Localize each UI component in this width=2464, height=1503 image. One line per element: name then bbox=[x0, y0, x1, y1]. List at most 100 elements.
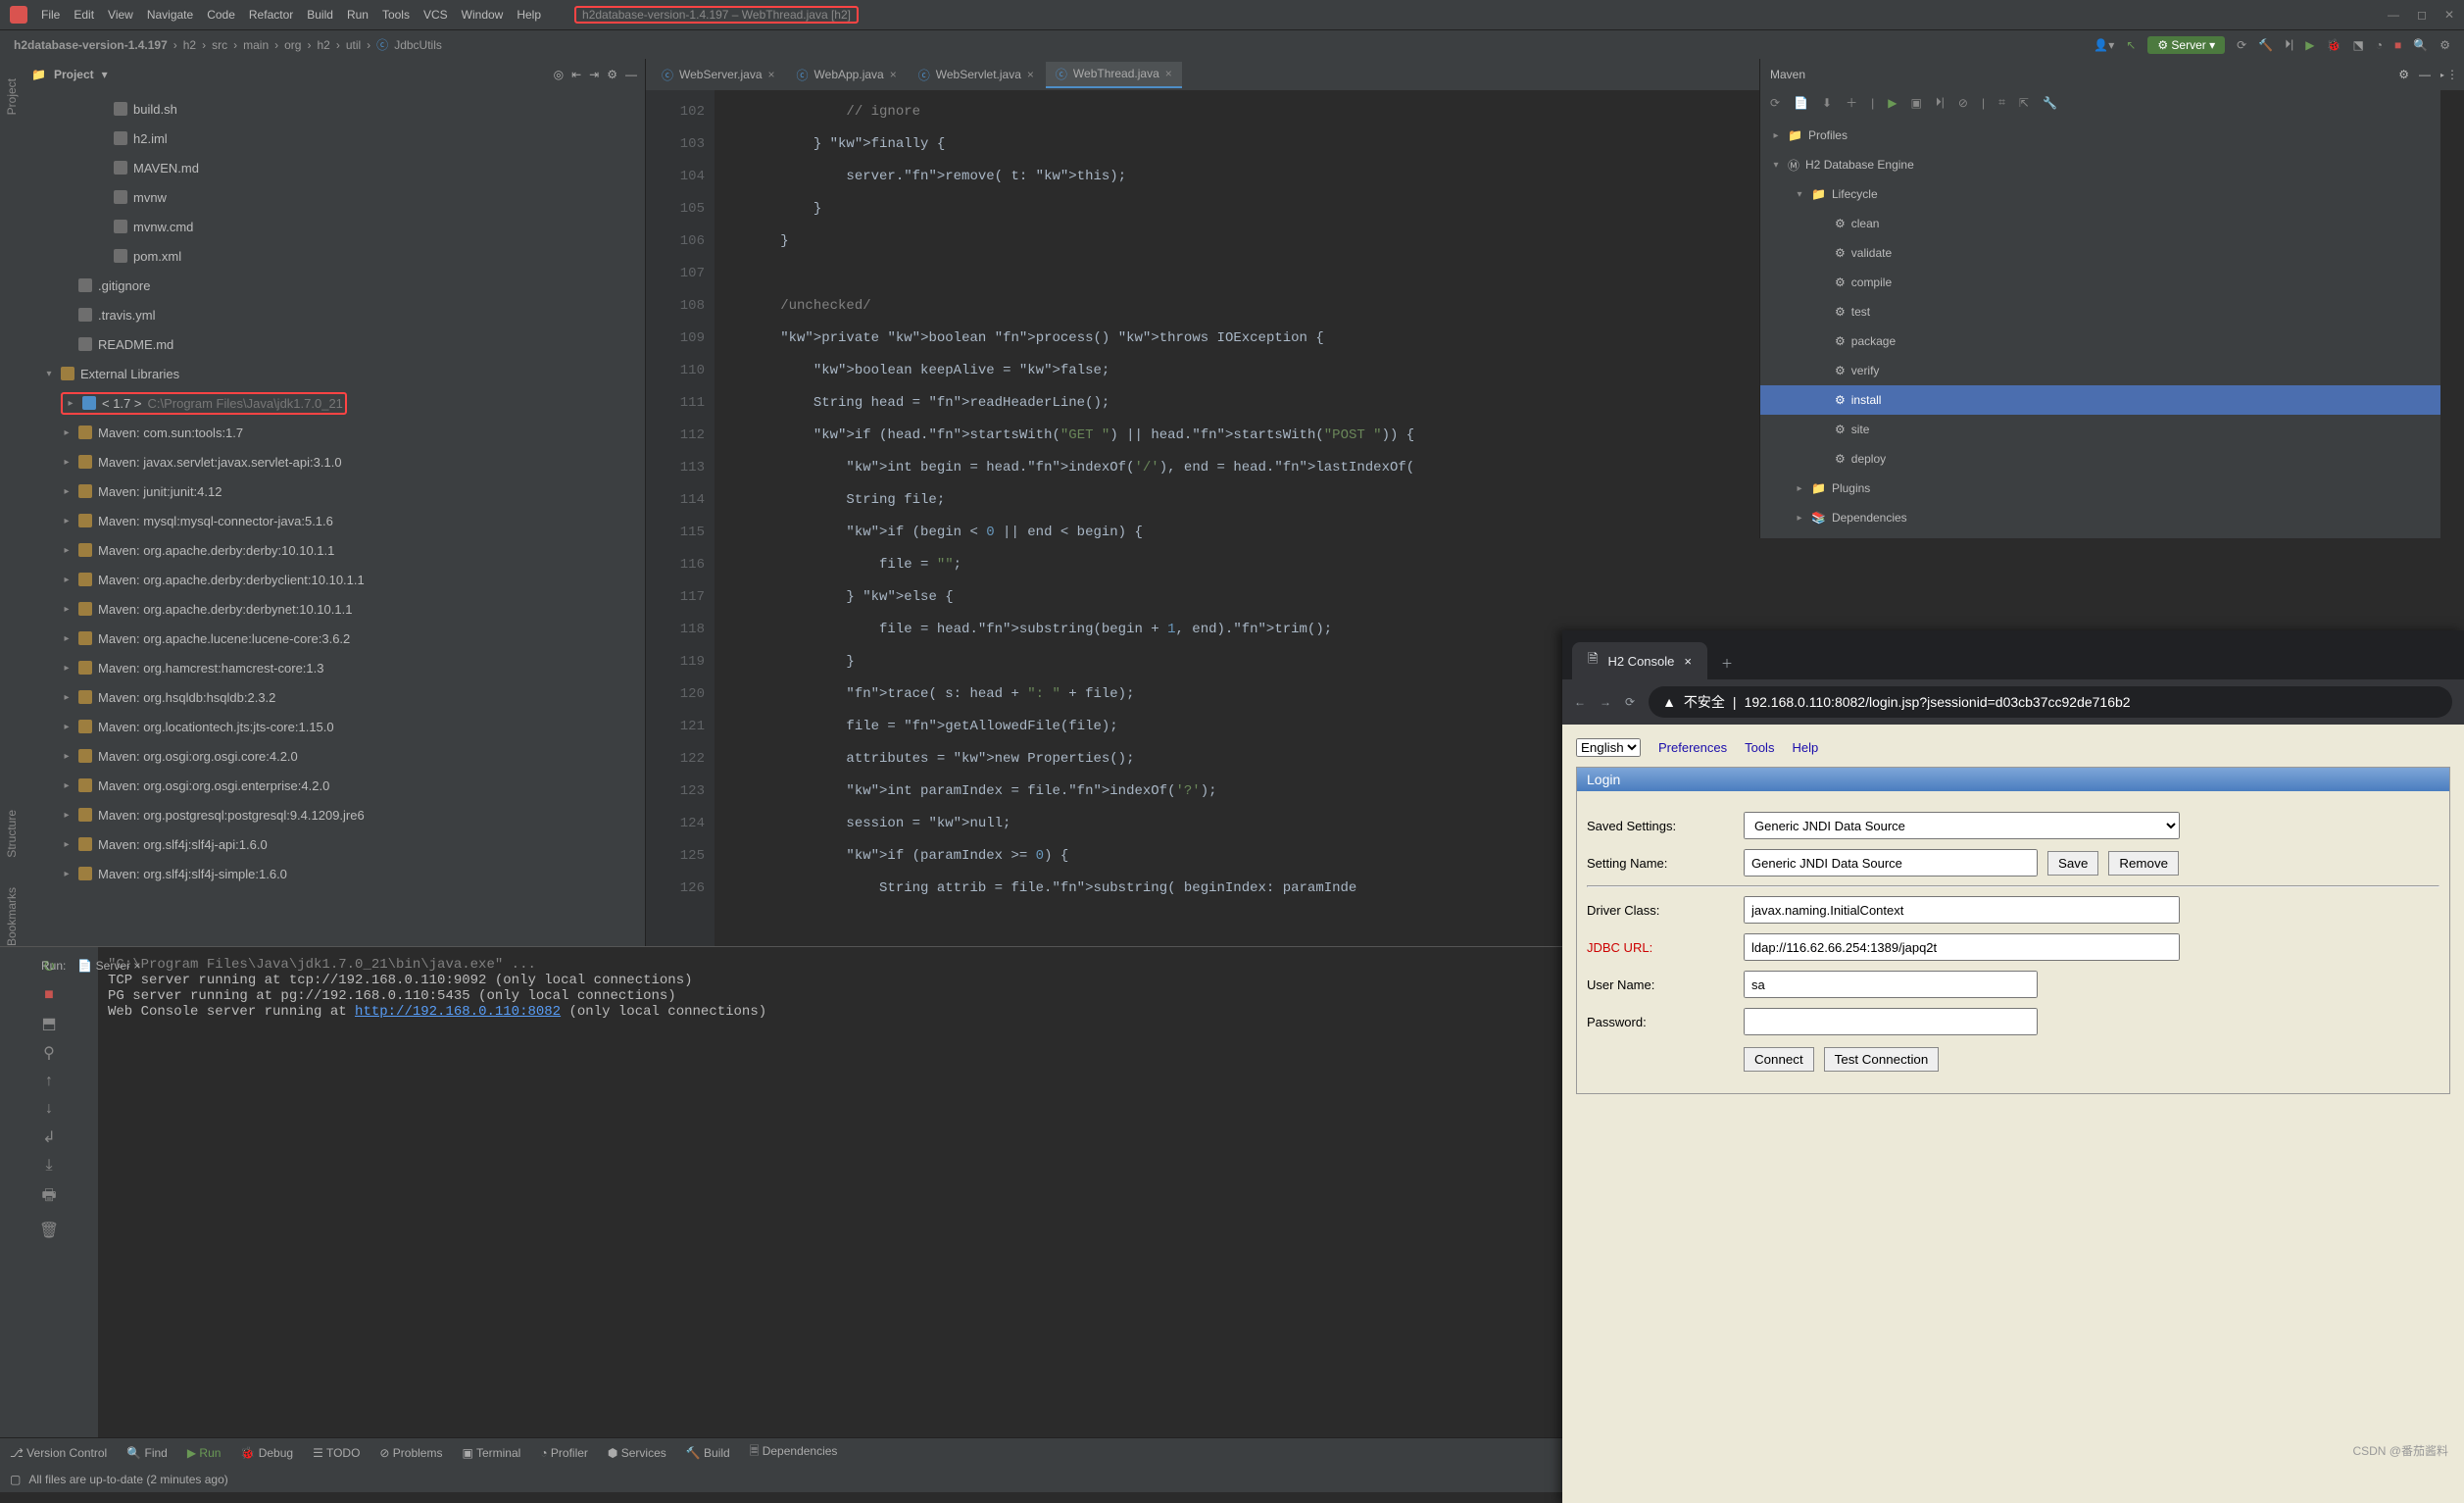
address-bar[interactable]: ▲ 不安全 | 192.168.0.110:8082/login.jsp?jse… bbox=[1649, 686, 2452, 718]
maven-tree-row[interactable]: ▸📁Plugins bbox=[1760, 474, 2440, 503]
services-tab[interactable]: ⬢ Services bbox=[608, 1446, 666, 1460]
back-icon[interactable]: ↖ bbox=[2126, 38, 2136, 52]
close-tab-icon[interactable]: × bbox=[1684, 654, 1692, 669]
forward-icon[interactable]: → bbox=[1600, 695, 1611, 709]
maven-tree-row[interactable]: ⚙test bbox=[1760, 297, 2440, 326]
new-tab-icon[interactable]: ＋ bbox=[1713, 647, 1741, 679]
clear-icon[interactable]: 🗑 bbox=[39, 1221, 59, 1240]
tree-row[interactable]: pom.xml bbox=[24, 241, 645, 271]
generate-icon[interactable]: 📄 bbox=[1794, 96, 1808, 110]
up-icon[interactable]: ↑ bbox=[45, 1073, 53, 1090]
add-icon[interactable]: ＋ bbox=[1846, 94, 1857, 111]
tree-row[interactable]: .travis.yml bbox=[24, 300, 645, 329]
maven-tree-row[interactable]: ⚙clean bbox=[1760, 209, 2440, 238]
username-input[interactable] bbox=[1744, 971, 2038, 998]
maximize-icon[interactable]: ◻ bbox=[2417, 8, 2427, 22]
panel-settings-icon[interactable]: ⚙ bbox=[607, 68, 617, 81]
menu-view[interactable]: View bbox=[108, 8, 133, 22]
maven-tree-row[interactable]: ▾ⓂH2 Database Engine bbox=[1760, 150, 2440, 179]
stop-run-icon[interactable]: ■ bbox=[44, 986, 54, 1004]
project-tool-tab[interactable]: Project bbox=[5, 78, 19, 115]
run-config-name[interactable]: 📄 Server × bbox=[77, 959, 140, 973]
skip-build-icon[interactable]: ⏵| bbox=[2285, 37, 2293, 52]
project-tree[interactable]: build.shh2.imlMAVEN.mdmvnwmvnw.cmdpom.xm… bbox=[24, 90, 645, 946]
browser-tab[interactable]: 🗎 H2 Console × bbox=[1572, 642, 1707, 679]
build-tab[interactable]: 🔨 Build bbox=[686, 1446, 730, 1460]
debug-icon[interactable]: 🐞 bbox=[2326, 38, 2341, 52]
tree-row[interactable]: ▸Maven: org.osgi:org.osgi.core:4.2.0 bbox=[24, 741, 645, 771]
terminal-tab[interactable]: ▣ Terminal bbox=[462, 1446, 520, 1460]
preferences-link[interactable]: Preferences bbox=[1658, 740, 1727, 755]
breadcrumb[interactable]: h2database-version-1.4.197 › h2 › src › … bbox=[14, 36, 442, 53]
maven-tree-row[interactable]: ▾📁Lifecycle bbox=[1760, 179, 2440, 209]
scroll-end-icon[interactable]: ⤓ bbox=[45, 1157, 52, 1175]
close-tab-icon[interactable]: × bbox=[890, 68, 897, 81]
console-link[interactable]: http://192.168.0.110:8082 bbox=[355, 1004, 561, 1020]
menu-run[interactable]: Run bbox=[347, 8, 369, 22]
maven-tree-row[interactable]: ⚙deploy bbox=[1760, 444, 2440, 474]
tabs-menu-icon[interactable]: ⋮ bbox=[2446, 68, 2458, 81]
tree-row[interactable]: ▸Maven: com.sun:tools:1.7 bbox=[24, 418, 645, 447]
maven-tree-row[interactable]: ▸📚Dependencies bbox=[1760, 503, 2440, 532]
hammer-icon[interactable]: 🔨 bbox=[2258, 38, 2273, 52]
tab-webthread[interactable]: ⓒWebThread.java× bbox=[1046, 62, 1182, 88]
problems-tab[interactable]: ⊘ Problems bbox=[379, 1446, 442, 1460]
tree-row[interactable]: ▸Maven: org.postgresql:postgresql:9.4.12… bbox=[24, 800, 645, 829]
tree-row[interactable]: ▸Maven: org.apache.derby:derbyclient:10.… bbox=[24, 565, 645, 594]
tree-row[interactable]: ▸Maven: org.locationtech.jts:jts-core:1.… bbox=[24, 712, 645, 741]
debug-tab[interactable]: 🐞 Debug bbox=[240, 1446, 293, 1460]
tree-row[interactable]: ▸Maven: org.osgi:org.osgi.enterprise:4.2… bbox=[24, 771, 645, 800]
close-icon[interactable]: ✕ bbox=[2444, 8, 2454, 22]
structure-tool-tab[interactable]: Structure bbox=[5, 810, 19, 858]
close-tab-icon[interactable]: × bbox=[768, 68, 775, 81]
project-view-selector[interactable]: ▾ bbox=[102, 68, 108, 81]
maven-tree-row[interactable]: ⚙validate bbox=[1760, 238, 2440, 268]
search-icon[interactable]: 🔍 bbox=[2413, 38, 2428, 52]
tree-row[interactable]: ▸Maven: javax.servlet:javax.servlet-api:… bbox=[24, 447, 645, 476]
tree-row[interactable]: mvnw.cmd bbox=[24, 212, 645, 241]
show-deps-icon[interactable]: ⌗ bbox=[1998, 95, 2005, 110]
tree-row[interactable]: mvnw bbox=[24, 182, 645, 212]
saved-settings-select[interactable]: Generic JNDI Data Source bbox=[1744, 812, 2180, 839]
help-link[interactable]: Help bbox=[1792, 740, 1818, 755]
driver-class-input[interactable] bbox=[1744, 896, 2180, 924]
tree-row[interactable]: ▸Maven: junit:junit:4.12 bbox=[24, 476, 645, 506]
tree-row[interactable]: MAVEN.md bbox=[24, 153, 645, 182]
tree-row[interactable]: h2.iml bbox=[24, 124, 645, 153]
soft-wrap-icon[interactable]: ↲ bbox=[42, 1127, 55, 1147]
maven-settings-icon[interactable]: ⚙ bbox=[2398, 68, 2409, 81]
download-icon[interactable]: ⬇ bbox=[1822, 96, 1832, 110]
expand-icon[interactable]: ⇥ bbox=[589, 68, 599, 81]
tree-row[interactable]: build.sh bbox=[24, 94, 645, 124]
menu-edit[interactable]: Edit bbox=[74, 8, 94, 22]
maven-tree-row[interactable]: ▸📁Profiles bbox=[1760, 121, 2440, 150]
tree-row[interactable]: README.md bbox=[24, 329, 645, 359]
profile-icon[interactable]: ◔ bbox=[2376, 38, 2383, 52]
maven-tree-row[interactable]: ⚙install bbox=[1760, 385, 2440, 415]
settings-icon[interactable]: ⚙ bbox=[2439, 38, 2450, 52]
collapse-icon[interactable]: ⇤ bbox=[571, 68, 581, 81]
remove-button[interactable]: Remove bbox=[2108, 851, 2179, 876]
bookmarks-tool-tab[interactable]: Bookmarks bbox=[5, 887, 19, 946]
tab-webservlet[interactable]: ⓒWebServlet.java× bbox=[909, 63, 1044, 87]
save-button[interactable]: Save bbox=[2047, 851, 2098, 876]
panel-hide-icon[interactable]: — bbox=[625, 68, 637, 81]
find-tab[interactable]: 🔍 Find bbox=[126, 1446, 168, 1460]
tree-row[interactable]: ▾External Libraries bbox=[24, 359, 645, 388]
maven-tree-row[interactable]: ⚙package bbox=[1760, 326, 2440, 356]
vcs-tab[interactable]: ⎇ Version Control bbox=[10, 1446, 107, 1460]
menu-tools[interactable]: Tools bbox=[382, 8, 410, 22]
run-icon[interactable]: ▶ bbox=[2305, 38, 2314, 52]
coverage-icon[interactable]: ⬔ bbox=[2352, 38, 2363, 52]
maven-tree-row[interactable]: ⚙verify bbox=[1760, 356, 2440, 385]
down-icon[interactable]: ↓ bbox=[45, 1100, 53, 1118]
deps-tab[interactable]: 🗏 Dependencies bbox=[750, 1442, 838, 1463]
tree-row[interactable]: ▸Maven: mysql:mysql-connector-java:5.1.6 bbox=[24, 506, 645, 535]
collapse-all-icon[interactable]: ⇱ bbox=[2019, 96, 2029, 110]
reload-icon[interactable]: ⟳ bbox=[1625, 695, 1635, 709]
menu-navigate[interactable]: Navigate bbox=[147, 8, 193, 22]
skip-tests-icon[interactable]: ⊘ bbox=[1958, 96, 1968, 110]
run-maven-icon[interactable]: ▶ bbox=[1888, 96, 1897, 110]
menu-window[interactable]: Window bbox=[462, 8, 504, 22]
run-tab[interactable]: ▶ Run bbox=[187, 1446, 222, 1460]
